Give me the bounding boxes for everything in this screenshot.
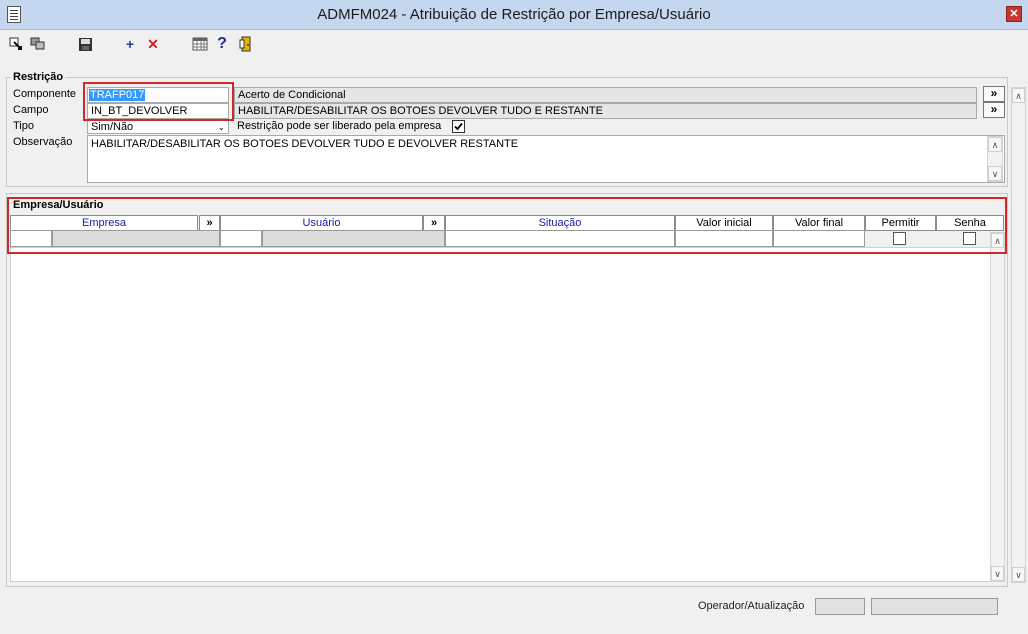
scroll-up-icon[interactable]: ∧: [1012, 88, 1025, 103]
add-button[interactable]: +: [119, 33, 141, 55]
title-bar: ADMFM024 - Atribuição de Restrição por E…: [0, 0, 1028, 30]
highlight-box-grid: [7, 197, 1007, 254]
close-button[interactable]: ✕: [1006, 6, 1022, 22]
main-scrollbar[interactable]: ∧ ∨: [1011, 87, 1026, 583]
scroll-down-icon[interactable]: ∨: [988, 166, 1002, 181]
componente-lookup-button[interactable]: »: [983, 86, 1005, 102]
save-icon[interactable]: [74, 33, 96, 55]
toolbar: + ✕ ?: [0, 30, 1028, 58]
table-icon[interactable]: [189, 33, 211, 55]
delete-button[interactable]: ✕: [142, 33, 164, 55]
exit-door-icon[interactable]: [235, 33, 257, 55]
window-title: ADMFM024 - Atribuição de Restrição por E…: [317, 6, 711, 23]
chevron-down-icon: ⌄: [217, 122, 225, 132]
scroll-up-icon[interactable]: ∧: [988, 137, 1002, 152]
campo-label: Campo: [13, 104, 49, 116]
copy-icon[interactable]: [27, 33, 49, 55]
observacao-textarea[interactable]: HABILITAR/DESABILITAR OS BOTOES DEVOLVER…: [87, 135, 1005, 183]
campo-lookup-button[interactable]: »: [983, 102, 1005, 118]
liberado-checkbox[interactable]: [452, 120, 465, 133]
liberado-label: Restrição pode ser liberado pela empresa: [237, 120, 442, 132]
campo-desc-field: HABILITAR/DESABILITAR OS BOTOES DEVOLVER…: [234, 103, 977, 119]
grid-body: [10, 247, 991, 582]
componente-desc-field: Acerto de Condicional: [234, 87, 977, 103]
atualizacao-field: [871, 598, 998, 615]
tipo-select-value: Sim/Não: [91, 121, 134, 133]
tipo-label: Tipo: [13, 120, 34, 132]
componente-label: Componente: [13, 88, 76, 100]
observacao-scrollbar[interactable]: ∧ ∨: [987, 136, 1003, 182]
help-icon[interactable]: ?: [211, 33, 233, 55]
restricao-group-title: Restrição: [11, 71, 66, 83]
grid-scrollbar[interactable]: ∧ ∨: [990, 232, 1005, 582]
tipo-select[interactable]: Sim/Não ⌄: [87, 119, 229, 134]
scroll-down-icon[interactable]: ∨: [1012, 567, 1025, 582]
scroll-down-icon[interactable]: ∨: [991, 566, 1004, 581]
operador-field: [815, 598, 865, 615]
operador-atualizacao-label: Operador/Atualização: [698, 600, 805, 612]
navigate-first-icon[interactable]: [5, 33, 27, 55]
observacao-label: Observação: [13, 136, 73, 148]
highlight-box-componente: [83, 82, 234, 121]
